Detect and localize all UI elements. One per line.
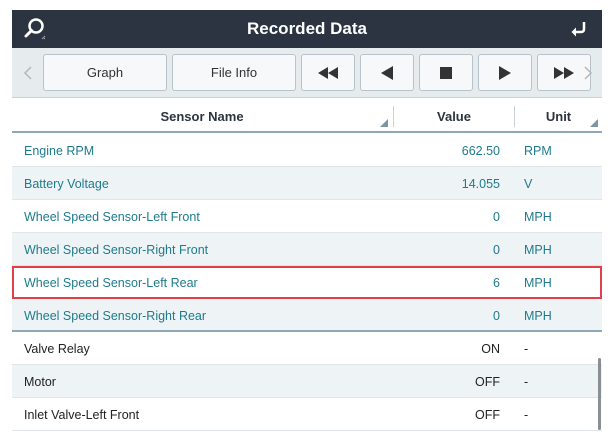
file-info-button-label: File Info bbox=[210, 65, 258, 80]
file-info-button[interactable]: File Info bbox=[172, 54, 296, 91]
return-icon bbox=[571, 22, 586, 37]
rewind-button[interactable] bbox=[301, 54, 355, 91]
graph-button-label: Graph bbox=[86, 65, 124, 80]
column-header-sensor-name-label: Sensor Name bbox=[160, 109, 244, 124]
sensor-unit: MPH bbox=[524, 209, 552, 224]
play-button[interactable] bbox=[478, 54, 532, 91]
sensor-name: Wheel Speed Sensor-Left Front bbox=[24, 209, 200, 224]
sensor-name: Valve Relay bbox=[24, 341, 90, 356]
sensor-value: 6 bbox=[493, 275, 500, 290]
vertical-scrollbar[interactable] bbox=[598, 358, 601, 430]
table-row[interactable]: Motor OFF - bbox=[12, 365, 602, 398]
sensor-unit: MPH bbox=[524, 242, 552, 257]
scroll-right-button[interactable] bbox=[578, 54, 598, 91]
sensor-value: ON bbox=[481, 341, 500, 356]
sensor-unit: - bbox=[524, 407, 529, 422]
rewind-icon bbox=[318, 66, 338, 79]
sensor-name: Wheel Speed Sensor-Right Front bbox=[24, 242, 209, 257]
sensor-unit: - bbox=[524, 374, 529, 389]
play-icon bbox=[499, 65, 511, 80]
step-back-button[interactable] bbox=[360, 54, 414, 91]
sensor-value: 0 bbox=[493, 242, 500, 257]
sensor-table: Engine RPM 662.50 RPM Battery Voltage 14… bbox=[12, 134, 602, 431]
column-resize-handle[interactable] bbox=[380, 119, 388, 127]
return-button[interactable] bbox=[560, 10, 598, 48]
table-row[interactable]: Inlet Valve-Left Front OFF - bbox=[12, 398, 602, 431]
table-row[interactable]: Wheel Speed Sensor-Right Front 0 MPH bbox=[12, 233, 602, 266]
chevron-left-icon bbox=[23, 65, 32, 80]
table-row[interactable]: Wheel Speed Sensor-Right Rear 0 MPH bbox=[12, 299, 602, 332]
sensor-unit: MPH bbox=[524, 308, 552, 323]
table-header: Sensor Name Value Unit bbox=[12, 100, 602, 133]
fast-forward-icon bbox=[554, 66, 574, 79]
stop-button[interactable] bbox=[419, 54, 473, 91]
table-row[interactable]: Engine RPM 662.50 RPM bbox=[12, 134, 602, 167]
sensor-name: Wheel Speed Sensor-Right Rear bbox=[24, 308, 207, 323]
sensor-unit: RPM bbox=[524, 143, 552, 158]
table-row[interactable]: Battery Voltage 14.055 V bbox=[12, 167, 602, 200]
step-back-icon bbox=[381, 65, 393, 80]
column-header-sensor-name[interactable]: Sensor Name bbox=[12, 100, 392, 133]
title-bar: Recorded Data bbox=[12, 10, 602, 48]
sensor-name: Battery Voltage bbox=[24, 176, 109, 191]
sensor-value: 0 bbox=[493, 308, 500, 323]
sensor-unit: MPH bbox=[524, 275, 552, 290]
sensor-value: 662.50 bbox=[461, 143, 500, 158]
search-icon bbox=[24, 18, 46, 40]
playback-toolbar: Graph File Info bbox=[12, 48, 602, 98]
sensor-unit: - bbox=[524, 341, 529, 356]
stop-icon bbox=[440, 66, 452, 79]
sensor-value: 14.055 bbox=[461, 176, 500, 191]
sensor-value: OFF bbox=[475, 407, 500, 422]
column-header-value[interactable]: Value bbox=[394, 100, 514, 133]
graph-button[interactable]: Graph bbox=[43, 54, 167, 91]
column-resize-handle[interactable] bbox=[590, 119, 598, 127]
scroll-left-button[interactable] bbox=[18, 54, 38, 91]
table-row[interactable]: Wheel Speed Sensor-Left Front 0 MPH bbox=[12, 200, 602, 233]
sensor-unit: V bbox=[524, 176, 533, 191]
sensor-name: Engine RPM bbox=[24, 143, 95, 158]
page-title: Recorded Data bbox=[247, 19, 367, 38]
column-header-unit[interactable]: Unit bbox=[515, 100, 602, 133]
sensor-value: OFF bbox=[475, 374, 500, 389]
table-row-selected[interactable]: Wheel Speed Sensor-Left Rear 6 MPH bbox=[12, 266, 602, 299]
column-header-value-label: Value bbox=[437, 109, 471, 124]
search-button[interactable] bbox=[16, 10, 54, 48]
sensor-name: Motor bbox=[24, 374, 56, 389]
column-header-unit-label: Unit bbox=[545, 109, 572, 124]
sensor-value: 0 bbox=[493, 209, 500, 224]
table-row[interactable]: Valve Relay ON - bbox=[12, 332, 602, 365]
chevron-right-icon bbox=[584, 65, 593, 80]
sensor-name: Inlet Valve-Left Front bbox=[24, 407, 140, 422]
sensor-name: Wheel Speed Sensor-Left Rear bbox=[24, 275, 198, 290]
